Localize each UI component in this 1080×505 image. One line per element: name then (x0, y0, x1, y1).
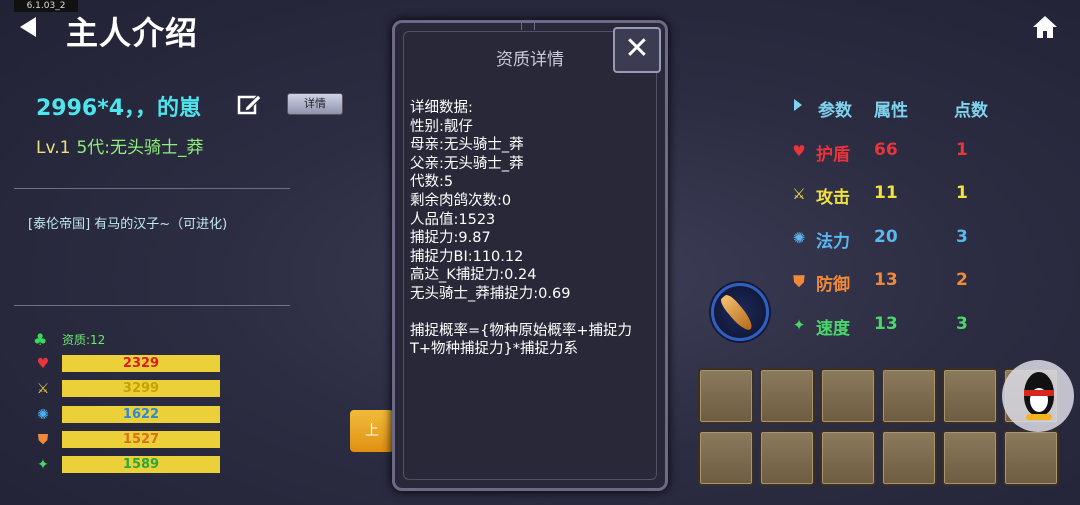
expand-triangle-icon[interactable] (794, 99, 802, 111)
detail-line: 捕捉力:9.87 (410, 230, 491, 247)
attribute-points: 3 (956, 227, 968, 247)
detail-button[interactable]: 详情 (287, 93, 343, 115)
attribute-value: 66 (874, 140, 898, 160)
attribute-name: 防御 (816, 275, 850, 295)
detail-line: 母亲:无头骑士_莽 (410, 137, 524, 154)
detail-line: 性别:靓仔 (410, 118, 473, 135)
qq-penguin-icon[interactable] (1002, 360, 1074, 432)
inventory-slot[interactable] (820, 430, 876, 486)
attribute-row: ✦ 速度 13 3 (790, 314, 990, 339)
up-tab-button[interactable]: 上 (350, 410, 394, 452)
inventory-slot[interactable] (1003, 430, 1059, 486)
attribute-value: 13 (874, 314, 898, 334)
heart-icon: ♥ (36, 356, 50, 372)
attribute-value: 20 (874, 227, 898, 247)
wing-icon: ✦ (792, 316, 806, 334)
stat-bar-value: 2329 (62, 355, 220, 372)
attribute-name: 速度 (816, 319, 850, 339)
attribute-name: 法力 (816, 232, 850, 252)
detail-line: 高达_K捕捉力:0.24 (410, 267, 537, 284)
attribute-points: 3 (956, 314, 968, 334)
edit-name-icon[interactable] (236, 91, 262, 117)
attribute-row: ♥ 护盾 66 1 (790, 140, 990, 165)
wing-icon: ✦ (37, 457, 49, 473)
detail-line: T+物种捕捉力}*捕捉力系 (410, 341, 578, 358)
inventory-slot[interactable] (942, 430, 998, 486)
attribute-name: 攻击 (816, 188, 850, 208)
stat-bar-row: ✦ 1589 (34, 456, 224, 474)
stat-bar-value: 1589 (62, 456, 220, 473)
detail-line: 详细数据: (410, 100, 473, 116)
page-title: 主人介绍 (66, 14, 199, 52)
level-label: Lv.1 (36, 138, 71, 158)
generation-label: 5代:无头骑士_莽 (76, 138, 204, 158)
stat-bar-value: 1622 (62, 406, 220, 423)
stat-bar-value: 3299 (62, 380, 220, 397)
inventory-slot[interactable] (881, 368, 937, 424)
inventory-slot[interactable] (759, 430, 815, 486)
detail-line: 人品值:1523 (410, 211, 496, 228)
inventory-slot[interactable] (698, 430, 754, 486)
quality-label: 资质:12 (62, 333, 106, 347)
detail-line: 捕捉力BI:110.12 (410, 248, 524, 265)
quality-detail-modal: 资质详情 详细数据: 性别:靓仔 母亲:无头骑士_莽 父亲:无头骑士_莽 代数:5 剩余肉… (392, 20, 668, 491)
attribute-value: 11 (874, 183, 898, 203)
divider (14, 188, 290, 189)
stat-bar-row: ⚔ 3299 (34, 380, 224, 398)
pet-name: 2996*4，，的崽 (36, 96, 202, 121)
inventory-slot[interactable] (942, 368, 998, 424)
back-arrow-icon[interactable] (20, 17, 36, 37)
sun-icon: ✺ (792, 229, 806, 247)
attribute-value: 13 (874, 270, 898, 290)
header-points: 点数 (954, 101, 988, 121)
shield-icon: ⛊ (793, 272, 805, 290)
clover-icon: ♣ (33, 330, 48, 349)
stat-bar-row: ⛊ 1527 (34, 431, 224, 449)
tribe-text: [泰伦帝国] 有马的汉子~（可进化) (28, 217, 228, 232)
sun-icon: ✺ (37, 407, 49, 423)
detail-line: 父亲:无头骑士_莽 (410, 155, 524, 172)
sword-icon: ⚔ (36, 381, 50, 397)
inventory-slot[interactable] (820, 368, 876, 424)
inventory-slot[interactable] (759, 368, 815, 424)
attribute-row: ⚔ 攻击 11 1 (790, 183, 990, 208)
modal-body: 详细数据: 性别:靓仔母亲:无头骑士_莽 父亲:无头骑士_莽 代数:5 剩余肉鸽次数:0… (410, 99, 660, 359)
home-icon[interactable] (1032, 14, 1058, 40)
divider (14, 305, 290, 306)
attribute-row: ⛊ 防御 13 2 (790, 270, 990, 295)
close-button[interactable]: ✕ (613, 27, 661, 73)
shield-icon: ⛊ (37, 432, 49, 448)
attribute-points: 1 (956, 140, 968, 160)
detail-line: 剩余肉鸽次数:0 (410, 192, 512, 209)
skill-icon[interactable] (711, 283, 769, 341)
attribute-points: 1 (956, 183, 968, 203)
level-line: Lv.1 5代:无头骑士_莽 (36, 133, 203, 158)
detail-line: 无头骑士_莽捕捉力:0.69 (410, 285, 571, 302)
detail-line: 代数:5 (410, 174, 454, 191)
sword-icon: ⚔ (792, 185, 806, 203)
stat-bar-row: ♥ 2329 (34, 355, 224, 373)
inventory-slot[interactable] (881, 430, 937, 486)
stat-bar-row: ✺ 1622 (34, 406, 224, 424)
header-attr: 属性 (874, 101, 908, 121)
detail-line (410, 304, 660, 322)
attribute-name: 护盾 (816, 145, 850, 165)
detail-line: 捕捉概率={物种原始概率+捕捉力 (410, 322, 633, 339)
attribute-row: ✺ 法力 20 3 (790, 227, 990, 252)
header-param: 参数 (818, 101, 852, 121)
heart-icon: ♥ (792, 142, 806, 160)
attribute-points: 2 (956, 270, 968, 290)
inventory-slot[interactable] (698, 368, 754, 424)
stat-bar-value: 1527 (62, 431, 220, 448)
